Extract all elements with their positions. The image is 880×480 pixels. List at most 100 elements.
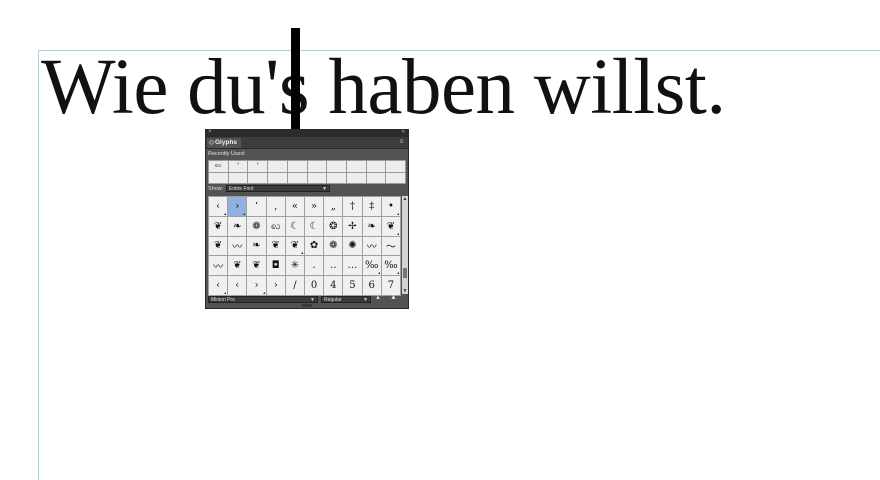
font-family-select[interactable]: Minion Pro ▼ — [208, 296, 318, 303]
glyph-cell[interactable]: 6 — [362, 276, 381, 295]
glyph-cell[interactable]: ❦ — [266, 236, 285, 256]
glyph-cell[interactable]: ❦ — [285, 236, 304, 256]
text-frame[interactable]: Wie du's haben willst. — [41, 28, 880, 136]
show-label: Show: — [208, 186, 224, 192]
font-style-select[interactable]: Regular ▼ — [321, 296, 371, 303]
glyph-cell[interactable]: . — [305, 256, 324, 276]
show-select-value: Entire Font — [229, 186, 254, 192]
recent-glyph-cell[interactable]: ' — [228, 161, 248, 172]
glyph-cell[interactable]: 7 — [381, 276, 400, 295]
panel-menu-icon[interactable]: ≡ — [397, 139, 406, 146]
glyph-cell[interactable]: ❂ — [324, 216, 343, 236]
glyph-cell[interactable]: ✺ — [343, 236, 362, 256]
recent-glyph-cell[interactable] — [346, 161, 366, 172]
recent-glyph-cell[interactable] — [287, 172, 307, 183]
zoom-out-icon[interactable]: ▲ — [375, 295, 381, 301]
glyph-cell[interactable]: ❦ — [209, 216, 228, 236]
close-icon[interactable]: × — [208, 129, 212, 135]
panel-tab-row: ◇Glyphs ≡ — [206, 137, 408, 149]
glyph-scrollbar[interactable]: ▲ ▼ — [402, 196, 408, 294]
recent-glyph-cell[interactable] — [307, 161, 327, 172]
chevron-down-icon: ▼ — [322, 186, 327, 192]
glyph-cell[interactable]: › — [228, 197, 247, 216]
glyphs-panel[interactable]: × « ◇Glyphs ≡ Recently Used: ꩮ '’ Show: E… — [205, 129, 409, 309]
glyph-cell[interactable]: ‹ — [209, 197, 228, 216]
recent-glyph-cell[interactable] — [268, 172, 287, 183]
zoom-in-icon[interactable]: ▲ — [390, 294, 397, 301]
glyph-cell[interactable]: ‰ — [381, 256, 400, 276]
glyph-cell[interactable]: … — [343, 256, 362, 276]
glyph-cell[interactable]: 〜 — [381, 236, 400, 256]
glyph-cell[interactable]: ❧ — [228, 216, 247, 236]
glyph-cell[interactable]: ‘ — [247, 197, 266, 216]
glyph-cell[interactable]: » — [305, 197, 324, 216]
recent-glyph-cell[interactable] — [386, 172, 405, 183]
glyph-cell[interactable]: ☾ — [305, 216, 324, 236]
show-select[interactable]: Entire Font ▼ — [226, 185, 330, 192]
glyph-cell[interactable]: › — [247, 276, 266, 295]
recent-glyph-cell[interactable] — [228, 172, 248, 183]
glyph-cell[interactable]: ☾ — [285, 216, 304, 236]
recent-glyph-cell[interactable] — [248, 172, 268, 183]
glyph-cell[interactable]: ꩮ — [266, 216, 285, 236]
glyph-grid: ‹ › ‘‚ «» „ † ‡ • ❦ ❧ ❁ ꩮ ☾ ☾ ❂ ✢ ❧ ❦ ❦ 〰 ❧ ❦ ❦ ✿ ❁ ✺ 〰〜〰 ❦ ❦ ◘ ✳. ‥… ‰ ‰… — [208, 196, 401, 296]
glyph-cell[interactable]: 〰 — [362, 236, 381, 256]
chevron-down-icon: ▼ — [310, 297, 315, 303]
glyph-cell[interactable]: ✳ — [285, 256, 304, 276]
glyph-cell[interactable]: ‰ — [362, 256, 381, 276]
glyph-cell[interactable]: « — [285, 197, 304, 216]
chevron-down-icon: ▼ — [363, 297, 368, 303]
recent-glyph-cell[interactable] — [366, 161, 386, 172]
glyph-cell[interactable]: 〰 — [209, 256, 228, 276]
recently-used-grid: ꩮ '’ — [208, 160, 406, 184]
glyph-cell[interactable]: ❧ — [362, 216, 381, 236]
glyph-cell[interactable]: ‚ — [266, 197, 285, 216]
glyph-cell[interactable]: 〰 — [228, 236, 247, 256]
recent-glyph-cell[interactable]: ꩮ — [209, 161, 228, 172]
scroll-thumb[interactable] — [403, 268, 407, 278]
scroll-up-icon[interactable]: ▲ — [402, 196, 408, 202]
glyph-cell[interactable]: ❦ — [247, 256, 266, 276]
recent-glyph-cell[interactable] — [307, 172, 327, 183]
recent-glyph-cell[interactable] — [327, 161, 346, 172]
text-cursor — [291, 28, 300, 130]
panel-titlebar[interactable]: × « — [206, 129, 408, 137]
font-family-value: Minion Pro — [211, 297, 235, 303]
glyph-cell[interactable]: ✢ — [343, 216, 362, 236]
glyph-cell[interactable]: 5 — [343, 276, 362, 295]
recent-glyph-cell[interactable] — [268, 161, 287, 172]
glyph-cell[interactable]: ❦ — [228, 256, 247, 276]
recent-glyph-cell[interactable]: ’ — [248, 161, 268, 172]
recent-glyph-cell[interactable] — [386, 161, 405, 172]
glyph-cell[interactable]: › — [266, 276, 285, 295]
recent-glyph-cell[interactable] — [366, 172, 386, 183]
glyph-cell[interactable]: • — [381, 197, 400, 216]
glyph-cell[interactable]: ‹ — [209, 276, 228, 295]
recent-glyph-cell[interactable] — [209, 172, 228, 183]
glyph-cell[interactable]: ◘ — [266, 256, 285, 276]
tab-glyphs-label: Glyphs — [215, 139, 238, 146]
glyph-cell[interactable]: 0 — [305, 276, 324, 295]
glyph-cell[interactable]: ❁ — [247, 216, 266, 236]
glyph-cell[interactable]: ✿ — [305, 236, 324, 256]
resize-handle[interactable] — [302, 304, 312, 307]
glyph-cell[interactable]: ‡ — [362, 197, 381, 216]
recent-glyph-cell[interactable] — [327, 172, 346, 183]
headline-text[interactable]: Wie du's haben willst. — [41, 40, 726, 136]
glyph-cell[interactable]: / — [285, 276, 304, 295]
glyph-cell[interactable]: ‥ — [324, 256, 343, 276]
glyph-cell[interactable]: ❁ — [324, 236, 343, 256]
recent-glyph-cell[interactable] — [287, 161, 307, 172]
recent-glyph-cell[interactable] — [346, 172, 366, 183]
glyph-cell[interactable]: ❦ — [209, 236, 228, 256]
glyph-cell[interactable]: † — [343, 197, 362, 216]
glyph-cell[interactable]: ❦ — [381, 216, 400, 236]
glyph-cell[interactable]: ❧ — [247, 236, 266, 256]
glyph-cell[interactable]: ‹ — [228, 276, 247, 295]
glyph-cell[interactable]: „ — [324, 197, 343, 216]
glyph-cell[interactable]: 4 — [324, 276, 343, 295]
scroll-down-icon[interactable]: ▼ — [402, 288, 408, 294]
collapse-icon[interactable]: « — [402, 129, 405, 135]
recently-used-label: Recently Used: — [208, 151, 246, 157]
tab-glyphs[interactable]: ◇Glyphs — [207, 138, 242, 148]
